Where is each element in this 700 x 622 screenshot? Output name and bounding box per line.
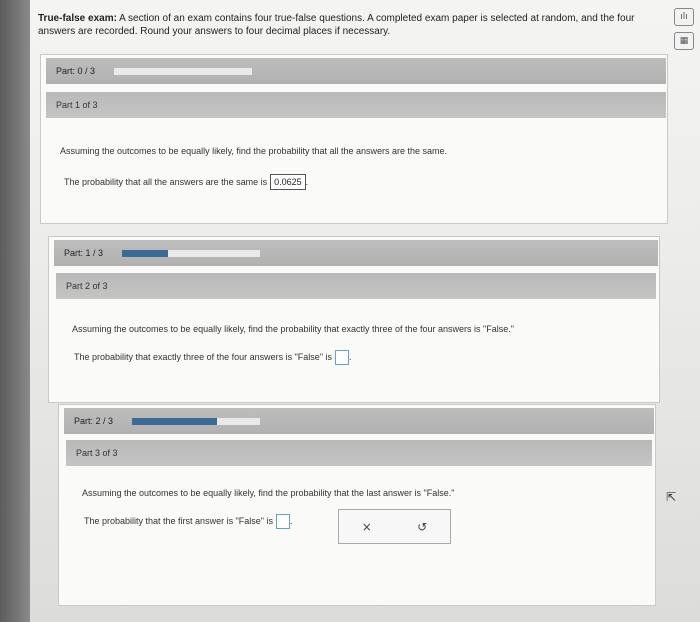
part-2-answer-suffix: . — [349, 351, 352, 362]
part-3-label: Part 3 of 3 — [76, 448, 118, 458]
part-2-answer-line: The probability that exactly three of th… — [74, 350, 352, 365]
overall-progress-header: Part: 0 / 3 — [46, 58, 666, 84]
part-2-answer-input[interactable] — [335, 350, 350, 365]
part-3-answer-suffix: . — [289, 515, 293, 526]
part-1-label: Part 1 of 3 — [56, 100, 98, 110]
answer-actions: × ↺ — [338, 509, 451, 544]
part-3-answer-input[interactable] — [275, 514, 290, 529]
part-3-question: Assuming the outcomes to be equally like… — [82, 488, 455, 498]
part-2-answer-prefix: The probability that exactly three of th… — [74, 351, 333, 362]
part-3-progress-header: Part: 2 / 3 — [64, 408, 654, 434]
screen: True-false exam: A section of an exam co… — [0, 0, 700, 622]
part-2-progress-header: Part: 1 / 3 — [54, 240, 658, 266]
part-1-answer-field[interactable]: 0.0625 — [270, 174, 306, 190]
part-3-progress-fill — [132, 417, 218, 425]
calculator-icon[interactable]: ▦ — [674, 32, 694, 50]
part-3-progress-bar — [132, 417, 260, 425]
left-bezel — [0, 0, 30, 622]
part-1-answer-line: The probability that all the answers are… — [64, 174, 308, 190]
mouse-cursor-icon: ⇱ — [666, 490, 677, 504]
part-2-progress-fill — [122, 249, 168, 257]
part-3-answer-prefix: The probability that the first answer is… — [84, 515, 273, 526]
part-2-label: Part 2 of 3 — [66, 281, 108, 291]
part-2-header: Part 2 of 3 — [56, 273, 656, 299]
part-2-progress-bar — [122, 249, 260, 257]
clear-button[interactable]: × — [362, 520, 372, 534]
part-2-question: Assuming the outcomes to be equally like… — [72, 324, 514, 334]
part-3-progress-label: Part: 2 / 3 — [74, 416, 114, 426]
part-3-answer-line: The probability that the first answer is… — [84, 514, 292, 529]
part-2-progress-label: Part: 1 / 3 — [64, 248, 104, 258]
overall-progress-bar — [114, 67, 252, 75]
part-1-answer-prefix: The probability that all the answers are… — [64, 177, 268, 187]
problem-statement: True-false exam: A section of an exam co… — [38, 12, 668, 38]
part-1-header: Part 1 of 3 — [46, 92, 666, 118]
problem-text: A section of an exam contains four true-… — [38, 13, 635, 37]
part-1-answer-suffix: . — [305, 177, 309, 187]
reset-button[interactable]: ↺ — [417, 520, 427, 534]
part-3-header: Part 3 of 3 — [66, 440, 652, 466]
problem-title: True-false exam: — [38, 13, 117, 24]
chart-icon[interactable]: ılı — [674, 8, 694, 26]
side-toolbar: ılı ▦ — [674, 8, 696, 56]
part-section-3 — [58, 404, 656, 606]
part-1-question: Assuming the outcomes to be equally like… — [60, 146, 448, 156]
overall-progress-label: Part: 0 / 3 — [56, 66, 96, 76]
